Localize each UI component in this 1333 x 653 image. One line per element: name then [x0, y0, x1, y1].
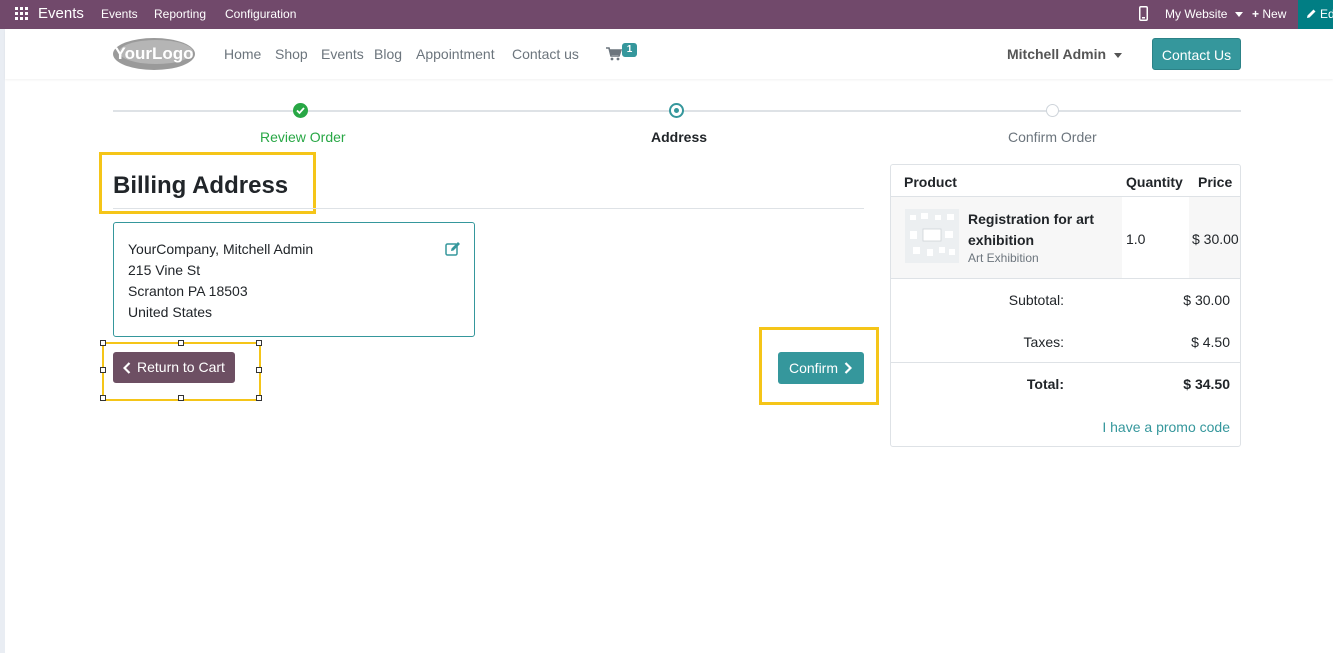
col-product: Product	[904, 174, 957, 190]
logo-text: YourLogo	[115, 44, 194, 63]
col-quantity: Quantity	[1126, 174, 1183, 190]
product-price: $ 30.00	[1192, 231, 1239, 247]
promo-code-link[interactable]: I have a promo code	[1102, 419, 1230, 435]
nav-events[interactable]: Events	[321, 46, 364, 62]
total-value: $ 34.50	[1183, 376, 1230, 392]
step-address: Address	[651, 129, 708, 145]
taxes-label: Taxes:	[1023, 334, 1064, 350]
new-button[interactable]: + New	[1252, 7, 1286, 21]
cart-count-badge[interactable]: 1	[622, 43, 637, 57]
divider	[113, 208, 864, 209]
admin-topbar: Events Events Reporting Configuration My…	[0, 0, 1333, 29]
product-name[interactable]: Registration for art exhibition	[968, 209, 1118, 251]
confirm-button[interactable]: Confirm	[778, 352, 864, 384]
edit-address-icon[interactable]	[445, 241, 461, 257]
return-to-cart-button[interactable]: Return to Cart	[113, 352, 235, 383]
selection-handle	[178, 395, 184, 401]
mobile-preview-icon[interactable]	[1139, 6, 1148, 21]
subtotal-value: $ 30.00	[1183, 292, 1230, 308]
billing-address-title: Billing Address	[113, 172, 289, 199]
step-confirm-order: Confirm Order	[1008, 129, 1097, 145]
product-quantity: 1.0	[1126, 231, 1146, 247]
plus-icon: +	[1252, 7, 1260, 21]
left-edge-strip	[0, 29, 5, 653]
selection-handle	[100, 367, 106, 373]
nav-contact-us[interactable]: Contact us	[512, 46, 579, 62]
nav-shop[interactable]: Shop	[275, 46, 308, 62]
chevron-down-icon	[1234, 12, 1243, 18]
pencil-icon	[1307, 9, 1316, 18]
address-line: Scranton PA 18503	[128, 283, 248, 299]
taxes-value: $ 4.50	[1191, 334, 1230, 350]
menu-reporting[interactable]: Reporting	[154, 7, 206, 21]
address-card[interactable]: YourCompany, Mitchell Admin 215 Vine St …	[113, 222, 475, 337]
user-menu[interactable]: Mitchell Admin	[1007, 46, 1123, 62]
menu-events[interactable]: Events	[101, 7, 138, 21]
selection-handle	[256, 395, 262, 401]
product-subtitle: Art Exhibition	[968, 251, 1039, 265]
nav-blog[interactable]: Blog	[374, 46, 402, 62]
step-current-icon	[669, 103, 684, 118]
divider	[891, 278, 1240, 279]
divider	[891, 362, 1240, 363]
address-line: United States	[128, 304, 213, 320]
nav-appointment[interactable]: Appointment	[416, 46, 495, 62]
edit-button[interactable]: Ed	[1298, 0, 1333, 29]
check-icon	[296, 107, 305, 115]
app-name[interactable]: Events	[38, 5, 84, 22]
selection-handle	[100, 395, 106, 401]
nav-home[interactable]: Home	[224, 46, 261, 62]
step-review-order[interactable]: Review Order	[260, 129, 346, 145]
address-line: YourCompany, Mitchell Admin	[128, 241, 314, 257]
col-price: Price	[1198, 174, 1233, 190]
product-thumbnail[interactable]	[905, 209, 959, 263]
selection-handle	[256, 367, 262, 373]
website-header	[5, 29, 1333, 79]
site-logo[interactable]: YourLogo	[112, 37, 196, 71]
chevron-down-icon	[1114, 52, 1123, 58]
menu-configuration[interactable]: Configuration	[225, 7, 296, 21]
selection-handle	[178, 340, 184, 346]
step-todo-icon	[1046, 104, 1059, 117]
website-selector[interactable]: My Website	[1165, 7, 1243, 21]
address-line: 215 Vine St	[128, 262, 201, 278]
selection-handle	[100, 340, 106, 346]
subtotal-label: Subtotal:	[1008, 292, 1064, 308]
cart-icon[interactable]	[606, 47, 622, 61]
selection-handle	[256, 340, 262, 346]
contact-us-button[interactable]: Contact Us	[1152, 38, 1241, 70]
chevron-left-icon	[123, 362, 131, 374]
order-summary: Product Quantity Price Registration for …	[890, 164, 1241, 447]
apps-menu-icon[interactable]	[15, 7, 29, 21]
chevron-right-icon	[844, 362, 852, 374]
total-label: Total:	[1026, 376, 1064, 392]
step-done-icon[interactable]	[293, 103, 308, 118]
